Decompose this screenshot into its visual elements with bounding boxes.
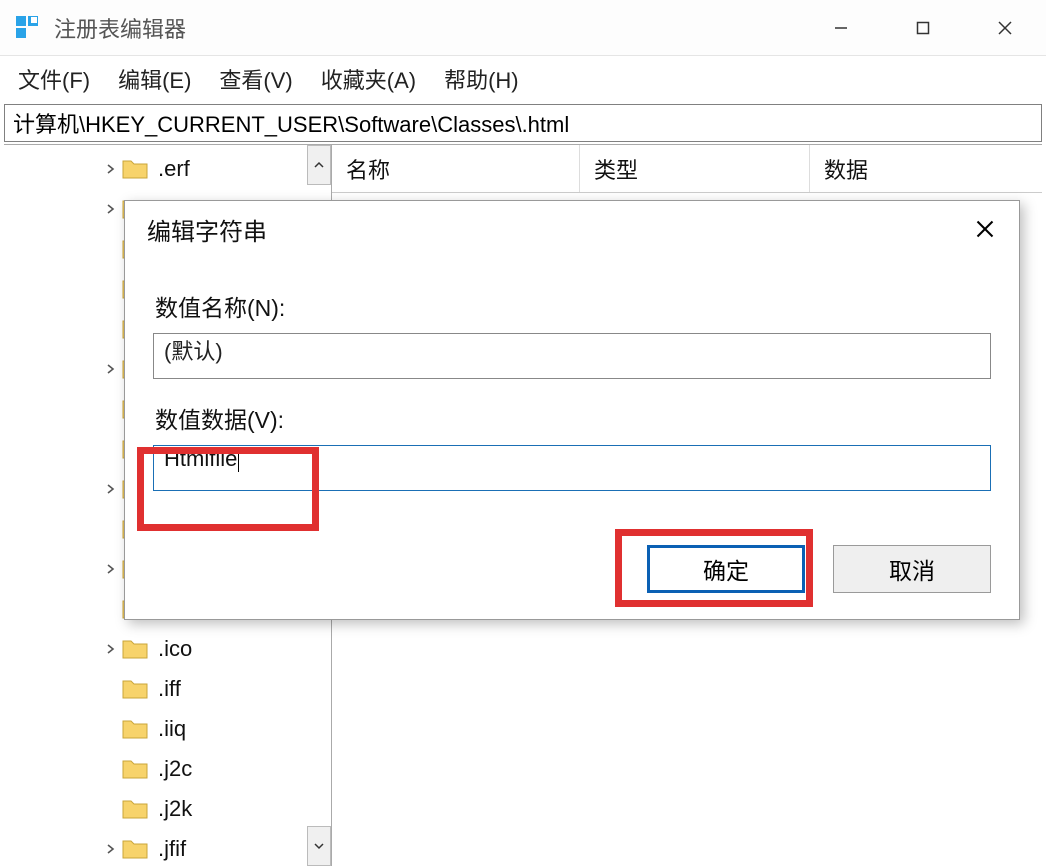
tree-item[interactable]: · .iiq (4, 709, 331, 749)
tree-item-label: .j2k (158, 796, 192, 822)
column-data[interactable]: 数据 (810, 145, 1042, 192)
menu-help[interactable]: 帮助(H) (444, 63, 519, 95)
close-button[interactable] (964, 0, 1046, 55)
menu-view[interactable]: 查看(V) (219, 63, 292, 95)
folder-icon (122, 158, 148, 180)
tree-item-label: .j2c (158, 756, 192, 782)
chevron-right-icon[interactable] (100, 203, 122, 215)
dialog-title: 编辑字符串 (147, 212, 959, 247)
menu-favorites[interactable]: 收藏夹(A) (321, 63, 416, 95)
chevron-right-icon[interactable] (100, 483, 122, 495)
scroll-down-button[interactable] (307, 826, 331, 866)
window-controls (800, 0, 1046, 55)
dialog-buttons: 确定 取消 (647, 545, 991, 593)
menu-file[interactable]: 文件(F) (18, 63, 90, 95)
regedit-icon (14, 14, 42, 42)
value-name-text: (默认) (164, 339, 223, 364)
address-path: 计算机\HKEY_CURRENT_USER\Software\Classes\.… (13, 107, 569, 139)
tree-item-label: .iff (158, 676, 181, 702)
tree-item[interactable]: .ico (4, 629, 331, 669)
chevron-right-icon[interactable] (100, 643, 122, 655)
folder-icon (122, 638, 148, 660)
folder-icon (122, 838, 148, 860)
value-name-field[interactable]: (默认) (153, 333, 991, 379)
value-data-text: Htmlfile (164, 446, 237, 471)
folder-icon (122, 678, 148, 700)
list-header: 名称 类型 数据 (332, 145, 1042, 193)
chevron-right-icon[interactable] (100, 363, 122, 375)
tree-item-label: .erf (158, 156, 190, 182)
dialog-close-button[interactable] (959, 209, 1011, 249)
tree-item[interactable]: .jfif (4, 829, 331, 866)
value-data-label: 数值数据(V): (155, 401, 991, 435)
chevron-right-icon[interactable] (100, 563, 122, 575)
scroll-up-button[interactable] (307, 145, 331, 185)
maximize-button[interactable] (882, 0, 964, 55)
menu-edit[interactable]: 编辑(E) (118, 63, 191, 95)
tree-item[interactable]: · .j2k (4, 789, 331, 829)
text-caret (238, 448, 239, 472)
column-type[interactable]: 类型 (580, 145, 810, 192)
tree-item-label: .iiq (158, 716, 186, 742)
tree-item-label: .ico (158, 636, 192, 662)
folder-icon (122, 798, 148, 820)
minimize-button[interactable] (800, 0, 882, 55)
cancel-button-label: 取消 (889, 552, 935, 586)
tree-item-label: .jfif (158, 836, 186, 862)
dialog-titlebar: 编辑字符串 (125, 201, 1019, 257)
cancel-button[interactable]: 取消 (833, 545, 991, 593)
tree-item[interactable]: · .j2c (4, 749, 331, 789)
folder-icon (122, 718, 148, 740)
folder-icon (122, 758, 148, 780)
address-bar[interactable]: 计算机\HKEY_CURRENT_USER\Software\Classes\.… (4, 104, 1042, 142)
column-name[interactable]: 名称 (332, 145, 580, 192)
tree-item[interactable]: · .iff (4, 669, 331, 709)
chevron-right-icon[interactable] (100, 163, 122, 175)
tree-item[interactable]: .erf (4, 149, 331, 189)
value-data-field[interactable]: Htmlfile (153, 445, 991, 491)
window-title: 注册表编辑器 (54, 12, 186, 44)
window-titlebar: 注册表编辑器 (0, 0, 1046, 56)
value-name-label: 数值名称(N): (155, 289, 991, 323)
menu-bar: 文件(F) 编辑(E) 查看(V) 收藏夹(A) 帮助(H) (0, 56, 1046, 102)
chevron-right-icon[interactable] (100, 843, 122, 855)
ok-button[interactable]: 确定 (647, 545, 805, 593)
ok-button-label: 确定 (703, 552, 749, 586)
edit-string-dialog: 编辑字符串 数值名称(N): (默认) 数值数据(V): Htmlfile 确定… (124, 200, 1020, 620)
